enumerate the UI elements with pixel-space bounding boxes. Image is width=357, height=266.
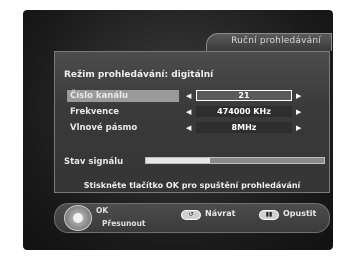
channel-number-value[interactable]: 21 xyxy=(196,90,292,101)
signal-bar-fill xyxy=(146,158,211,163)
channel-number-label: Číslo kanálu xyxy=(70,91,129,101)
ok-key-icon xyxy=(73,213,83,223)
frequency-label: Frekvence xyxy=(70,107,120,117)
bandwidth-right-arrow-icon[interactable]: ▶ xyxy=(296,123,301,133)
hint-text: Stiskněte tlačítko OK pro spuštění prohl… xyxy=(83,181,301,190)
signal-bar xyxy=(145,157,325,164)
bandwidth-value[interactable]: 8MHz xyxy=(196,122,292,133)
frequency-left-arrow-icon[interactable]: ◀ xyxy=(186,107,191,117)
bandwidth-left-arrow-icon[interactable]: ◀ xyxy=(186,123,191,133)
back-arrow-icon[interactable]: ↺ xyxy=(181,210,201,220)
bandwidth-label: Vlnové pásmo xyxy=(70,123,138,133)
exit-key-icon[interactable]: ▮▮ xyxy=(259,210,279,220)
scan-mode-label: Režim prohledávání: digitální xyxy=(64,70,214,80)
move-label: Přesunout xyxy=(102,219,146,228)
page-title: Ruční prohledávání xyxy=(231,36,321,46)
frequency-value[interactable]: 474000 KHz xyxy=(196,106,292,117)
title-tab: Ruční prohledávání xyxy=(206,33,332,51)
navigation-pad-icon xyxy=(64,205,92,231)
channel-right-arrow-icon[interactable]: ▶ xyxy=(296,91,301,101)
channel-left-arrow-icon[interactable]: ◀ xyxy=(186,91,191,101)
signal-status-label: Stav signálu xyxy=(64,157,124,167)
exit-button-label[interactable]: Opustit xyxy=(283,209,316,218)
frequency-right-arrow-icon[interactable]: ▶ xyxy=(296,107,301,117)
ok-label: OK xyxy=(96,206,109,215)
back-button-label[interactable]: Návrat xyxy=(205,209,235,218)
